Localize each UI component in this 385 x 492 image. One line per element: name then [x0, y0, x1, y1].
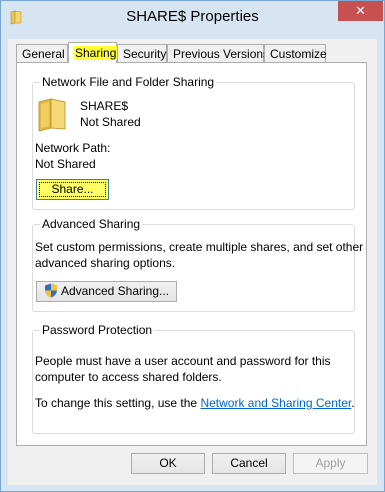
network-and-sharing-center-link[interactable]: Network and Sharing Center	[200, 396, 351, 410]
folder-icon	[38, 98, 66, 132]
tab-sharing[interactable]: Sharing	[68, 42, 118, 63]
folder-share-status: Not Shared	[80, 115, 141, 129]
advanced-sharing-description-line2: advanced sharing options.	[35, 256, 176, 270]
password-change-instruction: To change this setting, use the Network …	[35, 395, 355, 411]
tab-security[interactable]: Security	[117, 44, 167, 62]
tab-label: Security	[123, 47, 167, 61]
network-path-label: Network Path:	[35, 141, 111, 155]
close-button[interactable]: ✕	[338, 1, 383, 21]
group-label: Password Protection	[40, 323, 155, 337]
group-label: Advanced Sharing	[40, 217, 143, 231]
tab-label: Previous Versions	[173, 47, 270, 61]
network-sharing-group: Network File and Folder Sharing SHARE$ N…	[32, 75, 355, 210]
cancel-button[interactable]: Cancel	[212, 453, 286, 474]
window-title: SHARE$ Properties	[126, 8, 259, 25]
properties-window: SHARE$ Properties ✕ General Sharing Secu…	[0, 0, 385, 492]
cancel-button-label: Cancel	[230, 456, 268, 470]
group-label: Network File and Folder Sharing	[40, 75, 217, 89]
ok-button[interactable]: OK	[131, 453, 205, 474]
tab-general[interactable]: General	[16, 44, 68, 62]
advanced-sharing-group: Advanced Sharing Set custom permissions,…	[32, 217, 363, 312]
sentence-period: .	[351, 396, 355, 410]
share-button[interactable]: Share...	[36, 179, 109, 200]
tab-previous-versions[interactable]: Previous Versions	[167, 44, 269, 62]
advanced-sharing-button-label: Advanced Sharing...	[60, 284, 170, 298]
password-description-line2: computer to access shared folders.	[35, 370, 222, 384]
tab-label: General	[22, 47, 65, 61]
title-bar[interactable]: SHARE$ Properties ✕	[1, 1, 384, 37]
share-button-label: Share...	[39, 182, 106, 197]
password-description-line1: People must have a user account and pass…	[35, 354, 331, 368]
apply-button-label: Apply	[315, 456, 346, 470]
change-setting-text: To change this setting, use the	[35, 396, 201, 410]
advanced-sharing-description-line1: Set custom permissions, create multiple …	[35, 240, 364, 254]
tab-customize[interactable]: Customize	[264, 44, 327, 62]
tab-label: Sharing	[74, 46, 118, 60]
advanced-sharing-button[interactable]: Advanced Sharing...	[36, 281, 177, 302]
password-protection-group: Password Protection People must have a u…	[32, 323, 355, 434]
folder-name: SHARE$	[80, 99, 129, 113]
apply-button[interactable]: Apply	[293, 453, 368, 474]
dialog-client-area: General Sharing Security Previous Versio…	[8, 39, 377, 485]
tab-label: Customize	[270, 47, 327, 61]
ok-button-label: OK	[159, 456, 177, 470]
network-path-value: Not Shared	[35, 157, 96, 171]
sharing-tab-page: Network File and Folder Sharing SHARE$ N…	[16, 62, 367, 446]
close-icon: ✕	[355, 3, 366, 18]
uac-shield-icon	[44, 283, 57, 298]
